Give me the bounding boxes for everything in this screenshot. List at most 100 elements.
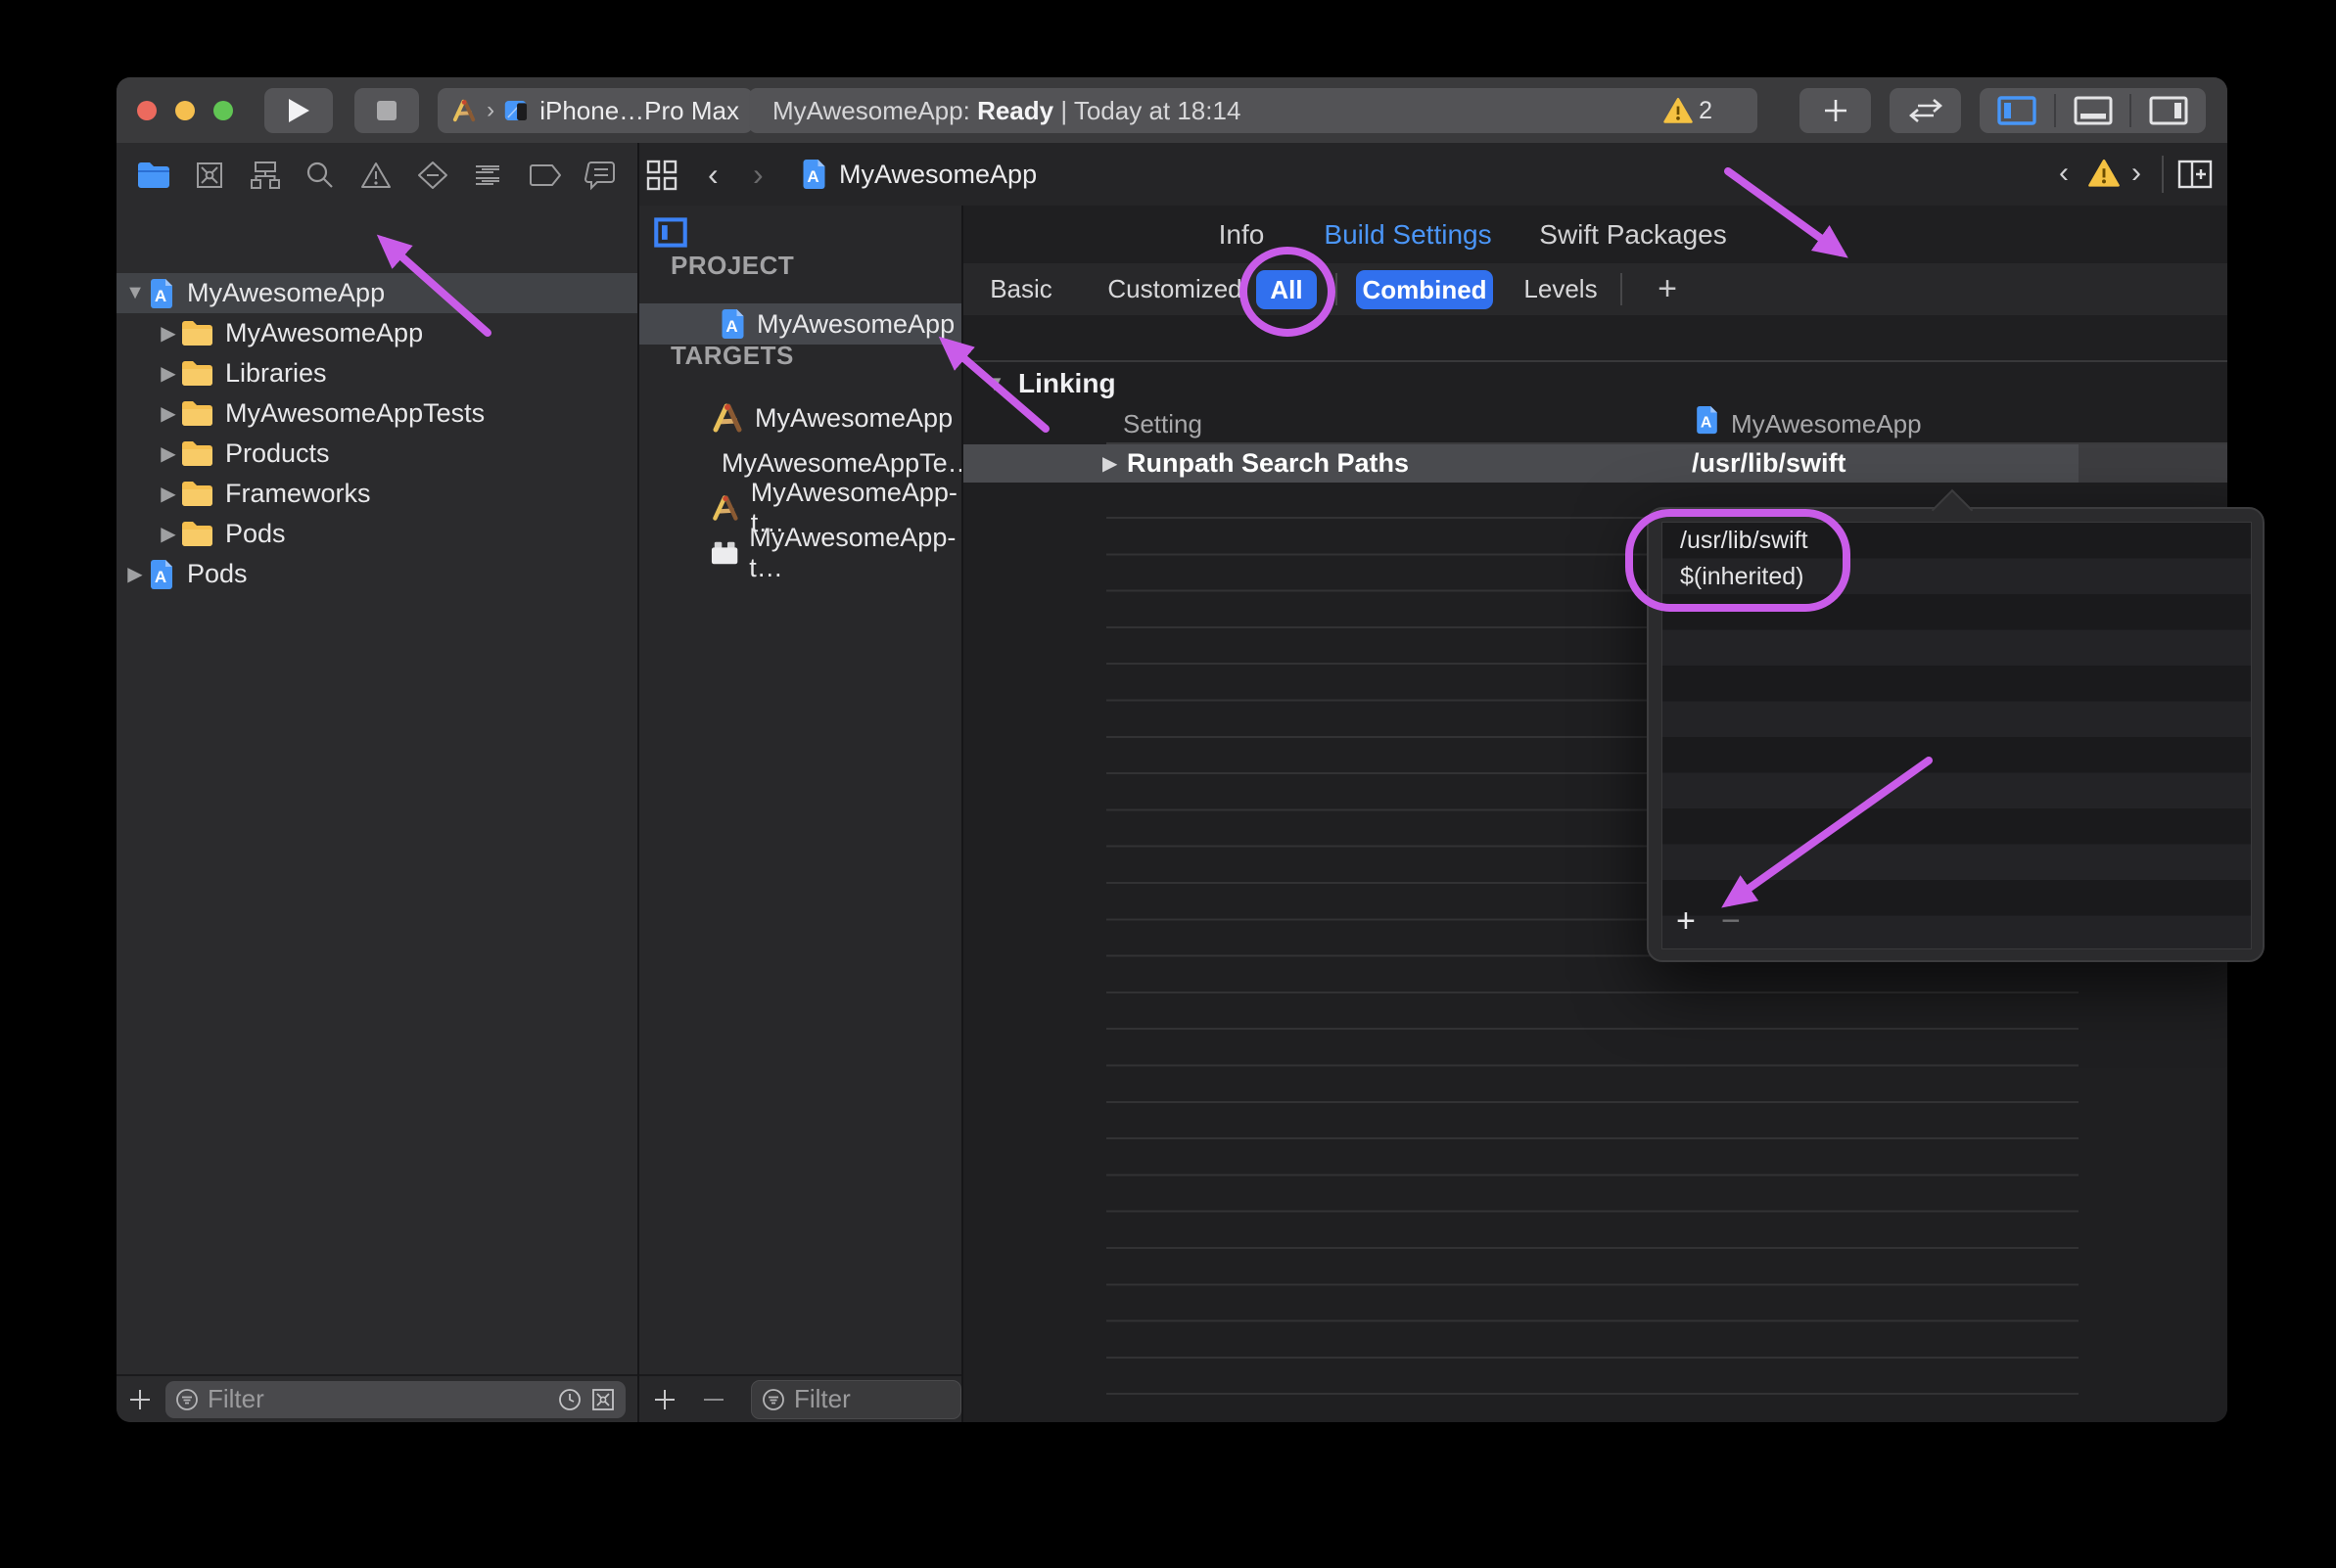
disclosure-closed-icon[interactable]: ▶	[156, 522, 181, 546]
section-title: Linking	[1018, 368, 1116, 399]
minimize-window-button[interactable]	[175, 101, 195, 120]
forward-chevron-icon[interactable]: ›	[753, 157, 764, 193]
tree-row-folder[interactable]: ▶ Libraries	[117, 353, 637, 393]
tree-row-folder[interactable]: ▶ Frameworks	[117, 474, 637, 514]
play-icon	[286, 97, 311, 124]
tab-breakpoint-navigator[interactable]	[527, 161, 562, 189]
version-editor-button[interactable]	[1890, 88, 1961, 133]
hide-project-pane-icon[interactable]	[653, 216, 688, 249]
project-file-icon: A	[801, 159, 827, 190]
remove-value-button[interactable]: −	[1721, 902, 1741, 941]
value-text: /usr/lib/swift	[1680, 527, 1808, 555]
target-row[interactable]: MyAwesomeApp	[637, 395, 961, 440]
scope-levels[interactable]: Levels	[1523, 263, 1597, 315]
tab-issue-navigator[interactable]	[359, 161, 393, 190]
disclosure-closed-icon[interactable]: ▶	[156, 401, 181, 426]
section-disclosure-icon[interactable]: ▼	[984, 371, 1005, 396]
value-row[interactable]: /usr/lib/swift	[1680, 523, 1808, 558]
folder-icon	[181, 521, 213, 547]
tab-label: Info	[1219, 219, 1265, 251]
disclosure-closed-icon[interactable]: ▶	[156, 321, 181, 346]
bottom-panel-icon	[2072, 94, 2115, 127]
disclosure-closed-icon[interactable]: ▶	[156, 361, 181, 386]
navigator-sidebar: ▼ A MyAwesomeApp ▶ MyAwesomeApp ▶ Librar…	[117, 143, 637, 1422]
add-build-setting-button[interactable]: +	[1658, 263, 1677, 315]
add-icon[interactable]	[128, 1388, 152, 1411]
back-chevron-icon[interactable]: ‹	[708, 157, 719, 193]
prev-issue-chevron-icon[interactable]: ‹	[2059, 157, 2069, 190]
column-header-setting[interactable]: Setting	[1123, 409, 1202, 439]
clock-icon[interactable]	[557, 1387, 583, 1412]
scheme-selector[interactable]: › iPhone…Pro Max	[438, 88, 753, 133]
tab-build-settings[interactable]: Build Settings	[1324, 206, 1491, 263]
tab-report-navigator[interactable]	[584, 160, 618, 191]
add-editor-icon[interactable]	[2176, 158, 2214, 191]
remove-target-icon[interactable]	[702, 1388, 725, 1411]
navigator-divider[interactable]	[637, 143, 639, 1422]
jump-bar-title[interactable]: MyAwesomeApp	[839, 160, 1037, 190]
targets-filter-field[interactable]: Filter	[751, 1380, 961, 1419]
tree-row-label: MyAwesomeApp	[225, 318, 423, 348]
setting-value[interactable]: /usr/lib/swift	[1692, 448, 1846, 479]
toggle-navigator-button[interactable]	[1980, 88, 2054, 133]
value-row[interactable]: $(inherited)	[1680, 559, 1803, 594]
scope-label: All	[1270, 275, 1302, 305]
target-row-label: MyAwesomeAppTe…	[722, 448, 974, 479]
disclosure-closed-icon[interactable]: ▶	[156, 441, 181, 466]
column-header-target[interactable]: MyAwesomeApp	[1731, 409, 1922, 439]
warning-triangle-icon[interactable]	[2088, 160, 2120, 188]
tree-row-folder[interactable]: ▶ MyAwesomeAppTests	[117, 393, 637, 434]
tab-swift-packages[interactable]: Swift Packages	[1539, 206, 1726, 263]
folder-icon	[181, 400, 213, 427]
toggle-inspector-button[interactable]	[2131, 88, 2206, 133]
scope-customized[interactable]: Customized	[1107, 263, 1241, 315]
setting-row-selected[interactable]: ▶ Runpath Search Paths /usr/lib/swift	[962, 444, 2079, 483]
value-editor-popover: /usr/lib/swift $(inherited) + −	[1647, 507, 2265, 962]
disclosure-open-icon[interactable]: ▼	[122, 282, 148, 304]
tree-row-folder[interactable]: ▶ Pods	[117, 514, 637, 554]
tab-test-navigator[interactable]	[416, 160, 449, 191]
x-box-icon[interactable]	[590, 1387, 616, 1412]
stop-button[interactable]	[354, 88, 419, 133]
library-add-button[interactable]	[1799, 88, 1871, 133]
navigator-filter-field[interactable]: Filter	[165, 1381, 626, 1418]
folder-icon	[181, 481, 213, 507]
tree-row-project[interactable]: ▼ A MyAwesomeApp	[117, 273, 637, 313]
folder-icon	[181, 320, 213, 346]
tree-row-label: Products	[225, 438, 330, 469]
tab-symbol-navigator[interactable]	[249, 160, 282, 191]
tab-info[interactable]: Info	[1219, 206, 1265, 263]
tree-row-folder[interactable]: ▶ MyAwesomeApp	[117, 313, 637, 353]
tab-find-navigator[interactable]	[304, 160, 336, 191]
related-items-grid-icon[interactable]	[645, 159, 678, 192]
activity-status-bar[interactable]: MyAwesomeApp: Ready | Today at 18:14 2	[749, 88, 1757, 133]
tab-source-control-navigator[interactable]	[194, 160, 225, 191]
tab-debug-navigator[interactable]	[472, 161, 503, 190]
scope-all-pill[interactable]: All	[1256, 270, 1317, 309]
zoom-window-button[interactable]	[213, 101, 233, 120]
tab-label: Swift Packages	[1539, 219, 1726, 251]
tab-project-navigator[interactable]	[136, 161, 171, 190]
value-text: $(inherited)	[1680, 563, 1803, 591]
tree-row-pods-project[interactable]: ▶ A Pods	[117, 554, 637, 594]
toggle-debug-area-button[interactable]	[2056, 88, 2130, 133]
run-button[interactable]	[264, 88, 333, 133]
scope-basic[interactable]: Basic	[990, 263, 1052, 315]
tree-row-folder[interactable]: ▶ Products	[117, 434, 637, 474]
add-value-button[interactable]: +	[1676, 902, 1696, 941]
next-issue-chevron-icon[interactable]: ›	[2131, 157, 2141, 190]
target-row[interactable]: MyAwesomeApp-t…	[637, 530, 961, 576]
project-pane-divider[interactable]	[961, 206, 963, 1422]
warning-outline-icon	[359, 161, 393, 190]
project-row[interactable]: A MyAwesomeApp	[637, 303, 961, 345]
scope-combined-pill[interactable]: Combined	[1356, 270, 1493, 309]
row-disclosure-icon[interactable]: ▶	[1102, 451, 1117, 476]
tree-row-label: Frameworks	[225, 479, 371, 509]
chevron-separator-icon: ›	[487, 97, 494, 124]
close-window-button[interactable]	[137, 101, 157, 120]
add-target-icon[interactable]	[653, 1388, 677, 1411]
warning-badge[interactable]: 2	[1663, 97, 1712, 125]
project-file-icon: A	[148, 278, 175, 309]
disclosure-closed-icon[interactable]: ▶	[156, 482, 181, 506]
disclosure-closed-icon[interactable]: ▶	[122, 562, 148, 586]
